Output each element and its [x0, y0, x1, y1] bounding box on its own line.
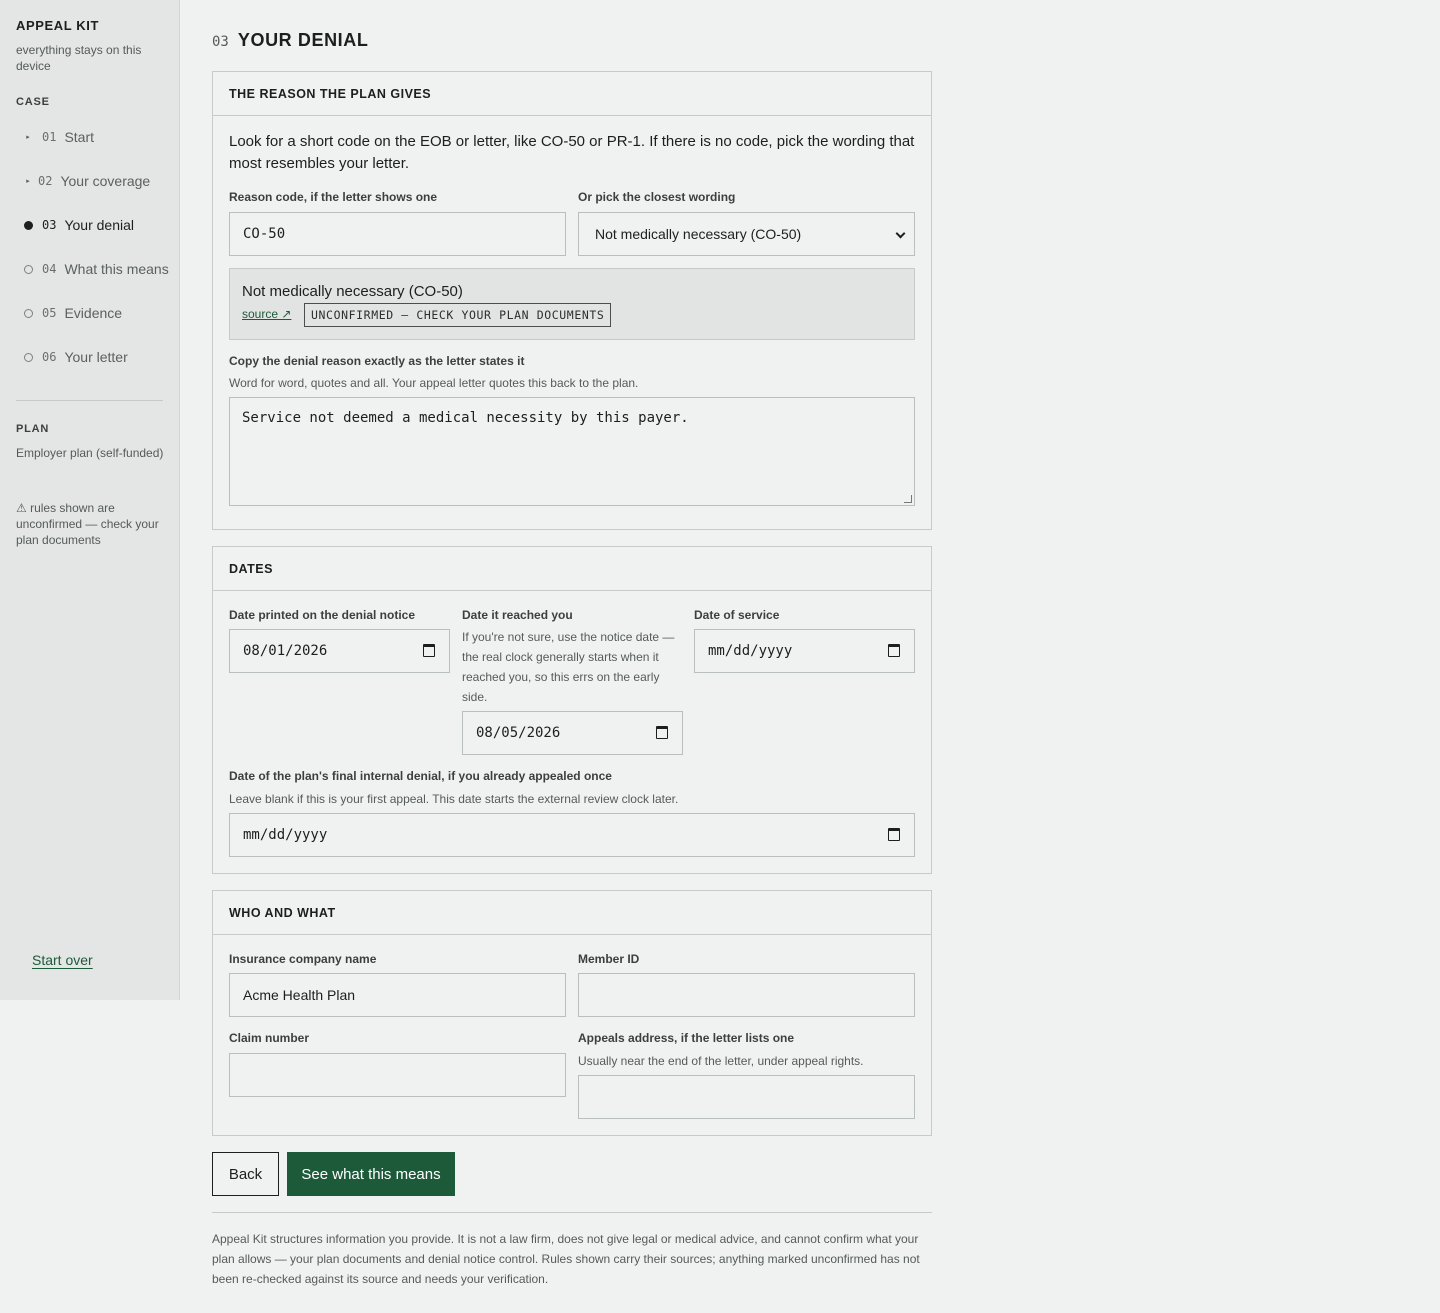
nav-step-your-denial[interactable]: 03 Your denial	[22, 215, 134, 235]
back-button[interactable]: Back	[212, 1152, 279, 1196]
copy-reason-hint: Word for word, quotes and all. Your appe…	[229, 376, 639, 390]
nav-step-label: Start	[64, 129, 95, 145]
nav-step-number: 02	[38, 174, 53, 188]
legal-disclaimer: Appeal Kit structures information you pr…	[212, 1232, 920, 1286]
plan-section-label: PLAN	[16, 423, 50, 435]
see-what-this-means-button[interactable]: See what this means	[287, 1152, 455, 1196]
final-denial-date-input[interactable]: mm/dd/yyyy	[229, 813, 915, 857]
reason-intro: Look for a short code on the EOB or lett…	[229, 133, 915, 172]
appeals-address-input[interactable]	[578, 1075, 915, 1119]
nav-step-label: Your letter	[64, 349, 128, 365]
nav-step-number: 04	[42, 262, 57, 276]
resize-handle-icon[interactable]	[904, 495, 912, 503]
received-date-hint: If you're not sure, use the notice date …	[462, 630, 675, 704]
insurer-name-value: Acme Health Plan	[243, 987, 356, 1003]
calendar-icon[interactable]	[888, 644, 900, 657]
pending-step-circle-icon	[23, 352, 33, 362]
appeals-address-hint: Usually near the end of the letter, unde…	[578, 1054, 864, 1068]
closest-wording-selected: Not medically necessary (CO-50)	[595, 226, 802, 242]
chevron-down-icon	[895, 228, 906, 239]
received-date-input[interactable]: 08/05/2026	[462, 711, 683, 755]
footer-divider	[212, 1212, 932, 1213]
page-title: 03 YOUR DENIAL	[212, 30, 368, 51]
pending-step-circle-icon	[23, 264, 33, 274]
service-date-placeholder: mm/dd/yyyy	[708, 643, 793, 659]
final-denial-date-hint: Leave blank if this is your first appeal…	[229, 792, 679, 806]
nav-step-what-this-means[interactable]: 04 What this means	[22, 259, 169, 279]
nav-step-number: 06	[42, 350, 57, 364]
reason-callout: Not medically necessary (CO-50) source ↗…	[229, 268, 915, 340]
received-date-value: 08/05/2026	[476, 725, 561, 741]
nav-step-label: Your denial	[64, 217, 134, 233]
member-id-input[interactable]	[578, 973, 915, 1017]
denial-reason-textarea[interactable]: Service not deemed a medical necessity b…	[229, 397, 915, 506]
nav-step-label: What this means	[64, 261, 169, 277]
nav-step-your-letter[interactable]: 06 Your letter	[22, 347, 128, 367]
denial-reason-text: Service not deemed a medical necessity b…	[242, 410, 689, 426]
calendar-icon[interactable]	[423, 644, 435, 657]
plan-type: Employer plan (self-funded)	[16, 446, 164, 460]
page-step-number: 03	[212, 34, 229, 50]
reason-code-value: CO-50	[243, 226, 286, 242]
closest-wording-label: Or pick the closest wording	[578, 190, 736, 204]
sidebar-divider	[16, 400, 163, 401]
nav-step-number: 03	[42, 218, 57, 232]
member-id-label: Member ID	[578, 952, 640, 966]
dates-panel-heading: DATES	[213, 547, 931, 591]
who-and-what-panel: WHO AND WHAT Insurance company name Acme…	[212, 890, 932, 1136]
callout-title: Not medically necessary (CO-50)	[242, 283, 463, 300]
current-step-dot-icon	[23, 220, 33, 230]
nav-step-label: Evidence	[64, 305, 123, 321]
nav-step-evidence[interactable]: 05 Evidence	[22, 303, 122, 323]
service-date-label: Date of service	[694, 608, 780, 622]
copy-reason-label: Copy the denial reason exactly as the le…	[229, 354, 525, 368]
start-over-link[interactable]: Start over	[32, 952, 93, 968]
claim-number-input[interactable]	[229, 1053, 566, 1097]
nav-step-start[interactable]: ▸ 01 Start	[22, 127, 94, 147]
appeals-address-label: Appeals address, if the letter lists one	[578, 1031, 795, 1045]
reason-code-input[interactable]: CO-50	[229, 212, 566, 256]
brand-name: APPEAL KIT	[16, 18, 100, 33]
unconfirmed-badge: UNCONFIRMED — CHECK YOUR PLAN DOCUMENTS	[304, 303, 612, 327]
dates-panel: DATES Date printed on the denial notice …	[212, 546, 932, 874]
pending-step-circle-icon	[23, 308, 33, 318]
source-link[interactable]: source ↗	[242, 307, 291, 321]
received-date-label: Date it reached you	[462, 608, 573, 622]
insurer-name-input[interactable]: Acme Health Plan	[229, 973, 566, 1017]
nav-step-number: 05	[42, 306, 57, 320]
who-panel-heading: WHO AND WHAT	[213, 891, 931, 935]
closest-wording-select[interactable]: Not medically necessary (CO-50)	[578, 212, 915, 256]
brand-tagline: everything stays on this device	[16, 43, 142, 73]
nav-step-label: Your coverage	[60, 173, 151, 189]
notice-date-input[interactable]: 08/01/2026	[229, 629, 450, 673]
caret-right-icon: ▸	[26, 134, 30, 141]
calendar-icon[interactable]	[888, 828, 900, 841]
reason-panel-heading: THE REASON THE PLAN GIVES	[213, 72, 931, 116]
final-denial-date-placeholder: mm/dd/yyyy	[243, 827, 328, 843]
unconfirmed-rules-warning: ⚠ rules shown are unconfirmed — check yo…	[16, 501, 159, 547]
calendar-icon[interactable]	[656, 726, 668, 739]
page-title-text: YOUR DENIAL	[237, 30, 369, 50]
nav-step-your-coverage[interactable]: ▸ 02 Your coverage	[22, 171, 150, 191]
claim-number-label: Claim number	[229, 1031, 310, 1045]
reason-panel: THE REASON THE PLAN GIVES Look for a sho…	[212, 71, 932, 530]
nav-step-number: 01	[42, 130, 57, 144]
notice-date-label: Date printed on the denial notice	[229, 608, 416, 622]
reason-code-label: Reason code, if the letter shows one	[229, 190, 438, 204]
case-section-label: CASE	[16, 96, 50, 108]
sidebar: APPEAL KIT everything stays on this devi…	[0, 0, 180, 1000]
final-denial-date-label: Date of the plan's final internal denial…	[229, 769, 612, 783]
caret-right-icon: ▸	[26, 178, 30, 185]
service-date-input[interactable]: mm/dd/yyyy	[694, 629, 915, 673]
insurer-name-label: Insurance company name	[229, 952, 377, 966]
notice-date-value: 08/01/2026	[243, 643, 328, 659]
